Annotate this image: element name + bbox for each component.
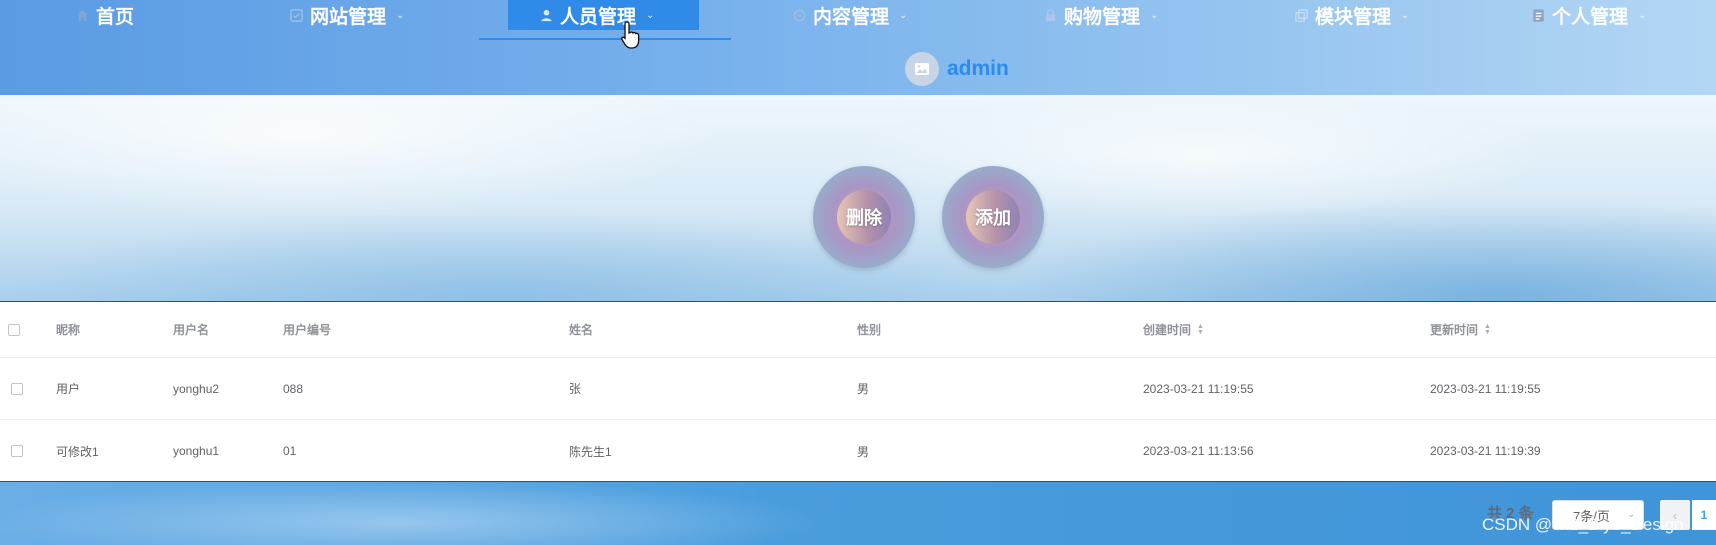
row-checkbox-cell — [11, 420, 23, 482]
column-header-username: 用户名 — [173, 323, 210, 337]
nav-item-content[interactable]: 内容管理 ⌄ — [791, 0, 907, 30]
nav-item-people[interactable]: 人员管理 ⌄ — [508, 0, 699, 30]
sort-icon[interactable]: ▲ ▼ — [1484, 323, 1491, 336]
cell-user-id: 01 — [283, 444, 297, 458]
username[interactable]: admin — [947, 57, 1009, 81]
image-icon — [915, 63, 929, 75]
nav-item-label: 个人管理 — [1552, 6, 1629, 28]
select-all-checkbox[interactable] — [8, 323, 20, 336]
delete-button[interactable]: 删除 — [813, 166, 915, 268]
nav-item-shopping[interactable]: 购物管理 ⌄ — [1042, 0, 1158, 30]
nav-item-modules[interactable]: 模块管理 ⌄ — [1293, 0, 1409, 30]
sort-icon[interactable]: ▲ ▼ — [1197, 323, 1204, 336]
column-header-created[interactable]: 创建时间 ▲ ▼ — [1143, 302, 1204, 357]
nav-item-personal[interactable]: 个人管理 ⌄ — [1530, 0, 1646, 30]
add-button-label: 添加 — [966, 190, 1020, 244]
cell-created: 2023-03-21 11:13:56 — [1143, 444, 1254, 458]
bottom-background — [0, 482, 1716, 545]
column-header-updated[interactable]: 更新时间 ▲ ▼ — [1430, 302, 1491, 357]
table-row[interactable]: 可修改1 yonghu1 01 陈先生1 男 2023-03-21 11:13:… — [0, 420, 1716, 482]
cell-nickname: 用户 — [56, 382, 81, 396]
nav-item-home[interactable]: 首页 — [74, 0, 134, 30]
watermark: CSDN @vx2_Biye_Design — [1482, 515, 1684, 534]
cell-gender: 男 — [857, 382, 870, 396]
column-header-label: 更新时间 — [1430, 323, 1479, 337]
user-table: 昵称 用户名 用户编号 姓名 性别 创建时间 ▲ ▼ 更新时间 ▲ ▼ 用户 yon… — [0, 301, 1716, 482]
lock-icon — [1042, 7, 1058, 23]
page-number-1[interactable]: 1 — [1692, 500, 1716, 530]
website-icon — [288, 7, 304, 23]
select-all-checkbox-cell — [8, 302, 20, 357]
copy-icon — [1293, 7, 1309, 23]
nav-item-website[interactable]: 网站管理 ⌄ — [288, 0, 404, 30]
chevron-down-icon: ⌄ — [1401, 9, 1410, 21]
nav-item-label: 模块管理 — [1315, 6, 1392, 28]
nav-item-label: 网站管理 — [310, 6, 387, 28]
chevron-down-icon: ⌄ — [1638, 9, 1647, 21]
cell-username: yonghu2 — [173, 381, 220, 396]
column-header-name: 姓名 — [569, 323, 594, 337]
cell-nickname: 可修改1 — [56, 444, 99, 459]
home-icon — [74, 7, 90, 23]
active-nav-underline — [479, 38, 731, 40]
row-checkbox[interactable] — [11, 382, 23, 395]
column-header-gender: 性别 — [857, 323, 882, 337]
nav-item-label: 首页 — [96, 6, 135, 28]
column-header-nickname: 昵称 — [56, 323, 81, 337]
cell-gender: 男 — [857, 444, 870, 459]
hand-cursor-icon — [621, 21, 640, 49]
top-navbar: 首页 网站管理 ⌄ 人员管理 ⌄ 内容管理 ⌄ 购物管理 ⌄ 模块管理 ⌄ 个人… — [0, 0, 1716, 95]
chevron-down-icon: ⌄ — [1150, 9, 1159, 21]
cell-created: 2023-03-21 11:19:55 — [1143, 381, 1254, 396]
add-button[interactable]: 添加 — [942, 166, 1044, 268]
cell-updated: 2023-03-21 11:19:55 — [1430, 381, 1541, 396]
cell-username: yonghu1 — [173, 444, 220, 458]
nav-item-label: 内容管理 — [813, 6, 890, 28]
chevron-down-icon: ⌄ — [646, 9, 655, 21]
column-header-label: 创建时间 — [1143, 323, 1192, 337]
cell-name: 陈先生1 — [569, 444, 612, 459]
cell-updated: 2023-03-21 11:19:39 — [1430, 444, 1541, 458]
table-row[interactable]: 用户 yonghu2 088 张 男 2023-03-21 11:19:55 2… — [0, 358, 1716, 420]
table-header: 昵称 用户名 用户编号 姓名 性别 创建时间 ▲ ▼ 更新时间 ▲ ▼ — [0, 302, 1716, 358]
cell-name: 张 — [569, 382, 582, 396]
chevron-down-icon: ⌄ — [396, 9, 405, 21]
chat-icon — [791, 7, 807, 23]
user-area[interactable]: admin — [905, 52, 1009, 86]
user-icon — [538, 7, 554, 23]
row-checkbox[interactable] — [11, 445, 23, 457]
chevron-down-icon: ⌄ — [899, 9, 908, 21]
delete-button-label: 删除 — [837, 190, 891, 244]
avatar[interactable] — [905, 52, 939, 86]
document-icon — [1530, 7, 1546, 23]
cell-user-id: 088 — [283, 381, 304, 396]
column-header-user-id: 用户编号 — [283, 323, 332, 337]
nav-item-label: 购物管理 — [1064, 6, 1141, 28]
row-checkbox-cell — [11, 358, 23, 419]
